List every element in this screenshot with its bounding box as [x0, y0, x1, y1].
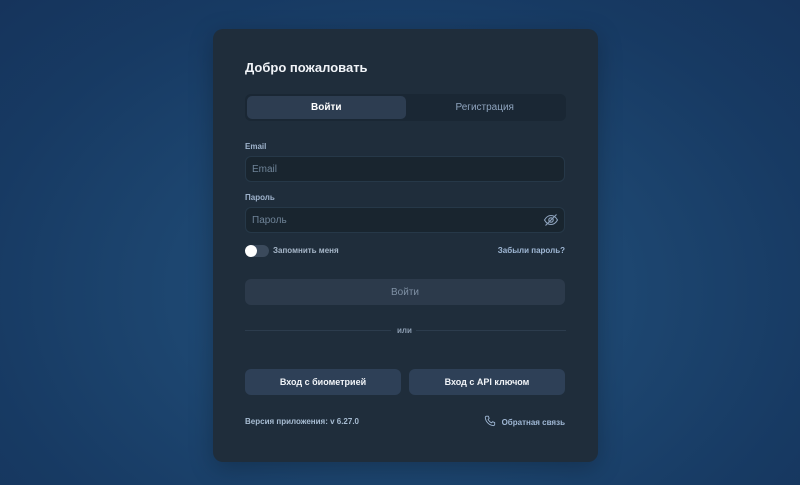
remember-toggle[interactable] [245, 245, 269, 257]
biometric-login-button[interactable]: Вход с биометрией [245, 369, 401, 395]
toggle-knob [245, 245, 257, 257]
feedback-link[interactable]: Обратная связь [484, 415, 565, 429]
divider-text: или [397, 326, 412, 335]
email-field[interactable] [245, 156, 565, 182]
phone-icon [484, 415, 496, 429]
login-button[interactable]: Войти [245, 279, 565, 305]
password-field[interactable] [245, 207, 565, 233]
eye-off-icon[interactable] [543, 212, 559, 228]
auth-tabs: Войти Регистрация [245, 94, 566, 121]
forgot-password-link[interactable]: Забыли пароль? [498, 246, 565, 255]
api-key-login-button[interactable]: Вход с API ключом [409, 369, 565, 395]
email-label: Email [245, 142, 267, 151]
tab-register[interactable]: Регистрация [406, 96, 565, 119]
app-version: Версия приложения: v 6.27.0 [245, 417, 359, 426]
tab-login[interactable]: Войти [247, 96, 406, 119]
page-title: Добро пожаловать [245, 60, 368, 75]
password-label: Пароль [245, 193, 275, 202]
divider-line-right [416, 330, 566, 331]
login-card: Добро пожаловать Войти Регистрация Email… [213, 29, 598, 462]
divider-line-left [245, 330, 391, 331]
feedback-label: Обратная связь [501, 417, 565, 427]
remember-label: Запомнить меня [273, 246, 339, 255]
